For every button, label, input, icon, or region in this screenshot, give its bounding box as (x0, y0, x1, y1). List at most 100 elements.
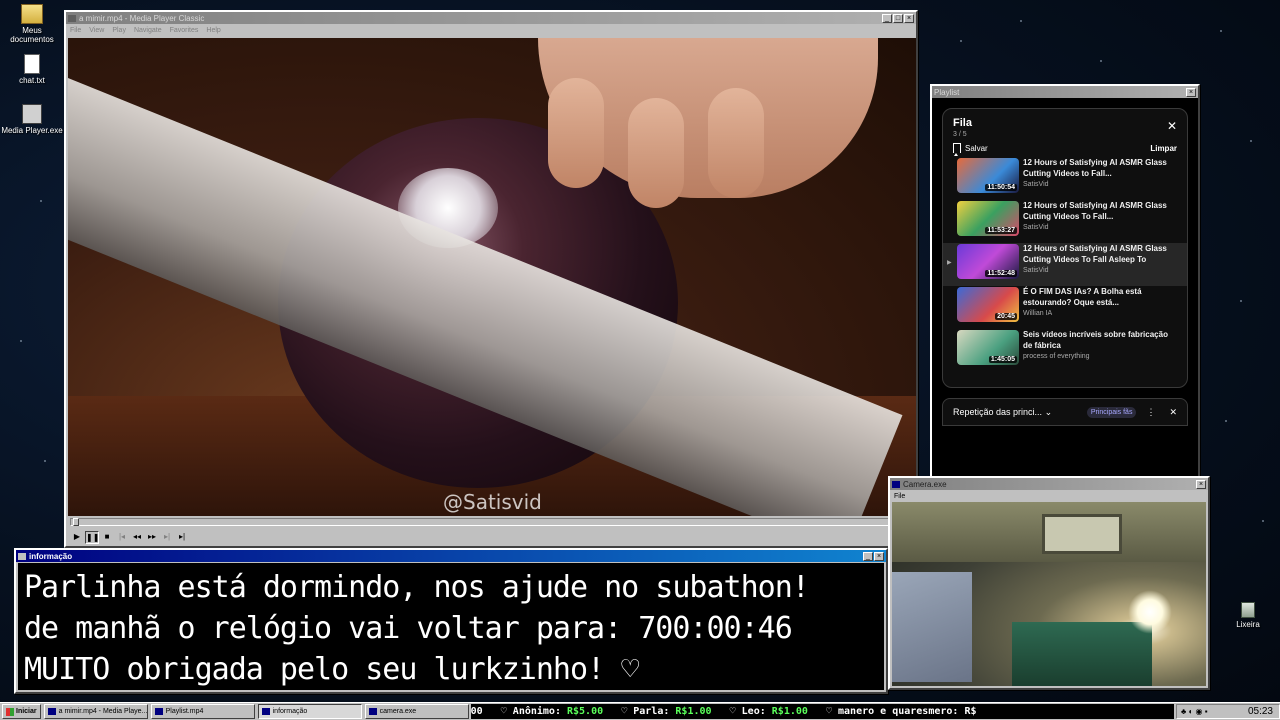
queue-item-current[interactable]: ▶ 11:52:48 12 Hours of Satisfying AI ASM… (943, 243, 1187, 286)
minimize-button[interactable]: _ (863, 551, 873, 561)
recycle-bin-icon (1241, 602, 1255, 618)
playlist-window: Playlist × Fila 3 / 5 ✕ Salvar Limpar 11… (930, 84, 1200, 484)
previous-button[interactable]: |◂ (115, 531, 129, 544)
room-lamp (1128, 590, 1172, 634)
next-button[interactable]: ▸| (160, 531, 174, 544)
queue-item[interactable]: 1:45:05 Seis vídeos incríveis sobre fabr… (943, 329, 1187, 372)
video-title: 12 Hours of Satisfying AI ASMR Glass Cut… (1023, 158, 1167, 178)
seek-bar[interactable] (70, 518, 914, 526)
close-button[interactable]: × (904, 13, 914, 23)
menu-navigate[interactable]: Navigate (134, 27, 162, 34)
menu-file[interactable]: File (894, 493, 905, 500)
clock[interactable]: 05:23 (1248, 706, 1273, 717)
window-title: informação (29, 551, 73, 561)
menu-view[interactable]: View (89, 27, 104, 34)
menu-bar: File (890, 490, 1208, 502)
hand (538, 38, 878, 208)
repeat-dropdown[interactable]: Repetição das princi... ⌄ (953, 407, 1087, 418)
queue-item[interactable]: 20:45 É O FIM DAS IAs? A Bolha está esto… (943, 286, 1187, 329)
info-message: Parlinha está dormindo, nos ajude no sub… (18, 563, 884, 690)
heart-icon: ♡ (621, 706, 628, 717)
info-line: Parlinha está dormindo, nos ajude no sub… (24, 570, 810, 605)
ticker-tail: ♡ manero e quaresmero: R$ (825, 706, 977, 717)
video-watermark: @Satisvid (443, 490, 542, 514)
menu-favorites[interactable]: Favorites (170, 27, 199, 34)
menu-play[interactable]: Play (112, 27, 126, 34)
playlist-titlebar[interactable]: Playlist × (932, 86, 1198, 98)
app-icon (47, 708, 56, 715)
pause-button[interactable]: ❚❚ (85, 530, 99, 544)
taskbar-item-playlist[interactable]: Playlist.mp4 (150, 704, 255, 719)
desktop-icon-chat-txt[interactable]: chat.txt (0, 54, 64, 85)
system-tray: ♣ ◐ ◉ ▪ 05:23 (1176, 704, 1280, 719)
menu-file[interactable]: File (70, 27, 81, 34)
channel-name: SatisVid (1023, 181, 1049, 188)
desktop-icon-my-documents[interactable]: Meus documentos (0, 4, 64, 44)
channel-name: SatisVid (1023, 224, 1049, 231)
close-icon[interactable]: ✕ (1167, 119, 1177, 133)
window-title: Playlist (934, 87, 960, 97)
donation-amount: R$1.00 (675, 706, 712, 717)
frame-step-button[interactable]: ▸| (175, 531, 189, 544)
video-title: É O FIM DAS IAs? A Bolha está estourando… (1023, 287, 1142, 307)
taskbar-item-media-player[interactable]: a mimir.mp4 - Media Playe... (43, 704, 148, 719)
app-icon (261, 708, 270, 715)
desktop-icon-media-player[interactable]: Media Player.exe (0, 104, 64, 135)
taskbar-item-label: camera.exe (379, 708, 417, 715)
rewind-button[interactable]: ◂◂ (130, 531, 144, 544)
more-options-icon[interactable]: ⋮ (1146, 407, 1155, 418)
app-icon (18, 552, 26, 560)
heart-icon: ♡ (729, 706, 736, 717)
info-line: de manhã o relógio vai voltar para: 700:… (24, 611, 793, 646)
menu-help[interactable]: Help (206, 27, 220, 34)
queue-item[interactable]: 11:53:27 12 Hours of Satisfying AI ASMR … (943, 200, 1187, 243)
duration-badge: 1:45:05 (988, 356, 1017, 363)
taskbar-item-label: informação (272, 708, 308, 715)
desktop-icon-label: Media Player.exe (1, 126, 63, 135)
donor-name: Anônimo: (512, 706, 561, 717)
room-window (1042, 514, 1122, 554)
duration-badge: 11:53:27 (985, 227, 1017, 234)
video-thumbnail: 20:45 (957, 287, 1019, 322)
taskbar-item-label: a mimir.mp4 - Media Playe... (58, 708, 148, 715)
top-fans-badge[interactable]: Principais fãs (1086, 406, 1137, 418)
start-label: Iniciar (16, 708, 37, 715)
taskbar-item-informacao[interactable]: informação (257, 704, 362, 719)
duration-badge: 11:52:48 (985, 270, 1017, 277)
video-thumbnail: 11:52:48 (957, 244, 1019, 279)
channel-name: process of everything (1023, 353, 1090, 360)
media-player-titlebar[interactable]: a mimir.mp4 - Media Player Classic _ □ × (66, 12, 916, 24)
play-button[interactable]: ▶ (70, 531, 84, 544)
forward-button[interactable]: ▸▸ (145, 531, 159, 544)
desktop-icon-label: Meus documentos (10, 26, 54, 44)
desktop-icon-recycle-bin[interactable]: Lixeira (1216, 602, 1280, 629)
queue-item[interactable]: 11:50:54 12 Hours of Satisfying AI ASMR … (943, 157, 1187, 200)
close-button[interactable]: × (1196, 479, 1206, 489)
start-button[interactable]: Iniciar (2, 704, 41, 719)
playback-controls: ▶ ❚❚ ■ |◂ ◂◂ ▸▸ ▸| ▸| (70, 530, 190, 544)
repeat-label: Repetição das princi... (953, 406, 1043, 417)
clear-button[interactable]: Limpar (1150, 144, 1177, 153)
donor-name: Leo: (741, 706, 766, 717)
camera-titlebar[interactable]: Camera.exe × (890, 478, 1208, 490)
close-icon[interactable]: ✕ (1169, 407, 1177, 418)
app-icon (892, 480, 900, 488)
info-titlebar[interactable]: informação _ × (16, 550, 886, 562)
text-file-icon (24, 54, 40, 74)
seek-thumb[interactable] (73, 518, 79, 526)
save-button[interactable]: Salvar (953, 143, 988, 156)
camera-window: Camera.exe × File (888, 476, 1210, 690)
heart-icon: ♡ (500, 706, 507, 717)
minimize-button[interactable]: _ (882, 13, 892, 23)
close-button[interactable]: × (874, 551, 884, 561)
maximize-button[interactable]: □ (893, 13, 903, 23)
stop-button[interactable]: ■ (100, 531, 114, 544)
chevron-down-icon: ⌄ (1044, 406, 1053, 417)
app-icon (368, 708, 377, 715)
taskbar-item-camera[interactable]: camera.exe (364, 704, 469, 719)
video-frame[interactable]: @Satisvid (68, 38, 916, 516)
info-line: MUITO obrigada pelo seu lurkzinho! ♡ (24, 652, 639, 687)
donation-amount: R$1.00 (771, 706, 808, 717)
finger (548, 78, 604, 188)
close-button[interactable]: × (1186, 87, 1196, 97)
